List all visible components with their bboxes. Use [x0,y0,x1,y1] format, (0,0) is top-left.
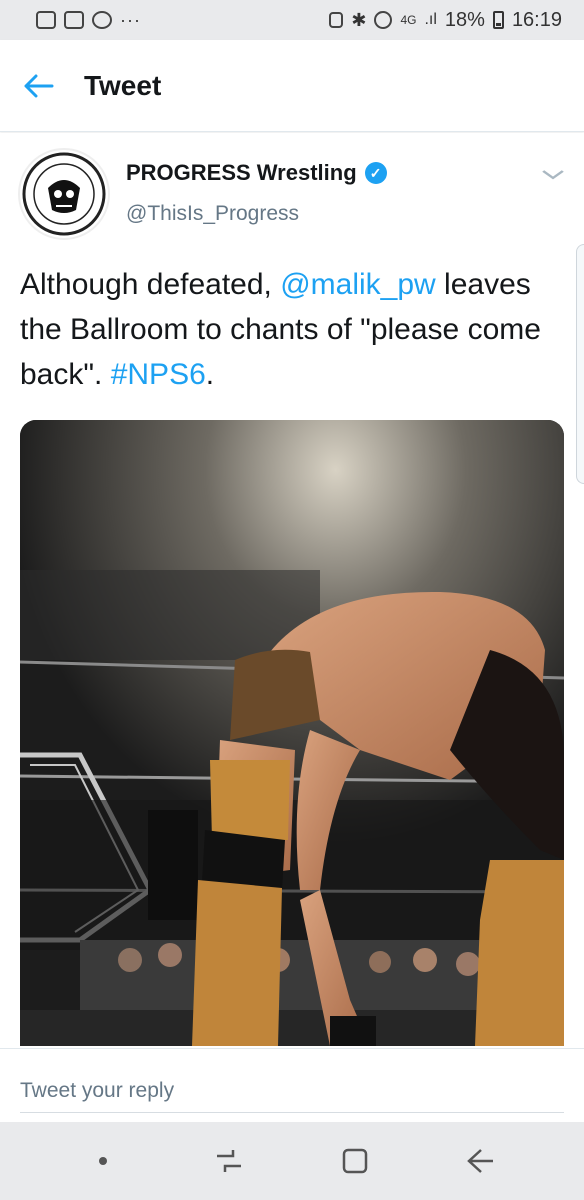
back-icon[interactable] [451,1136,511,1186]
page-title: Tweet [84,69,162,101]
reply-bar [0,1048,584,1122]
system-nav-bar [0,1122,584,1200]
battery-percent: 18% [444,8,485,31]
tweet-text-end: . [205,358,215,391]
network-type: 4G [400,13,417,27]
reply-input[interactable] [20,1069,564,1113]
battery-icon [492,11,504,29]
instagram-icon [36,11,56,29]
mention-link[interactable]: @malik_pw [280,268,436,301]
scroll-handle[interactable] [576,244,584,484]
author-name-text: PROGRESS Wrestling [126,160,357,185]
back-arrow-icon[interactable] [0,40,84,132]
gallery-icon [64,11,84,29]
signal-icon: .ıl [424,11,437,28]
author-name[interactable]: PROGRESS Wrestling ✓ [126,160,387,186]
alarm-icon [374,11,393,29]
tweet-photo[interactable] [20,420,564,1046]
author-handle[interactable]: @ThisIs_Progress [126,202,299,226]
status-left-icons: ··· [36,10,141,31]
tweet-text: Although defeated, @malik_pw leaves the … [20,262,560,397]
wrestling-photo [20,420,564,1046]
hashtag-link[interactable]: #NPS6 [111,358,206,391]
bluetooth-icon: ✱ [351,9,367,30]
tweet-text-part1: Although defeated, [20,268,281,301]
home-icon[interactable] [325,1136,385,1186]
clock: 16:19 [511,8,562,31]
avatar[interactable] [18,148,110,240]
lock-icon [329,12,344,28]
app-bar: Tweet [0,40,584,132]
status-bar: ··· ✱ 4G .ıl 18% 16:19 [0,0,584,40]
verified-icon: ✓ [364,162,387,184]
chevron-down-icon[interactable] [542,164,564,185]
recent-apps-icon[interactable] [199,1136,259,1186]
more-dots-icon: ··· [120,9,141,30]
progress-logo-icon [22,152,106,236]
status-right-icons: ✱ 4G .ıl 18% 16:19 [329,9,562,32]
dot-icon[interactable] [73,1136,133,1186]
whatsapp-icon [92,11,112,29]
